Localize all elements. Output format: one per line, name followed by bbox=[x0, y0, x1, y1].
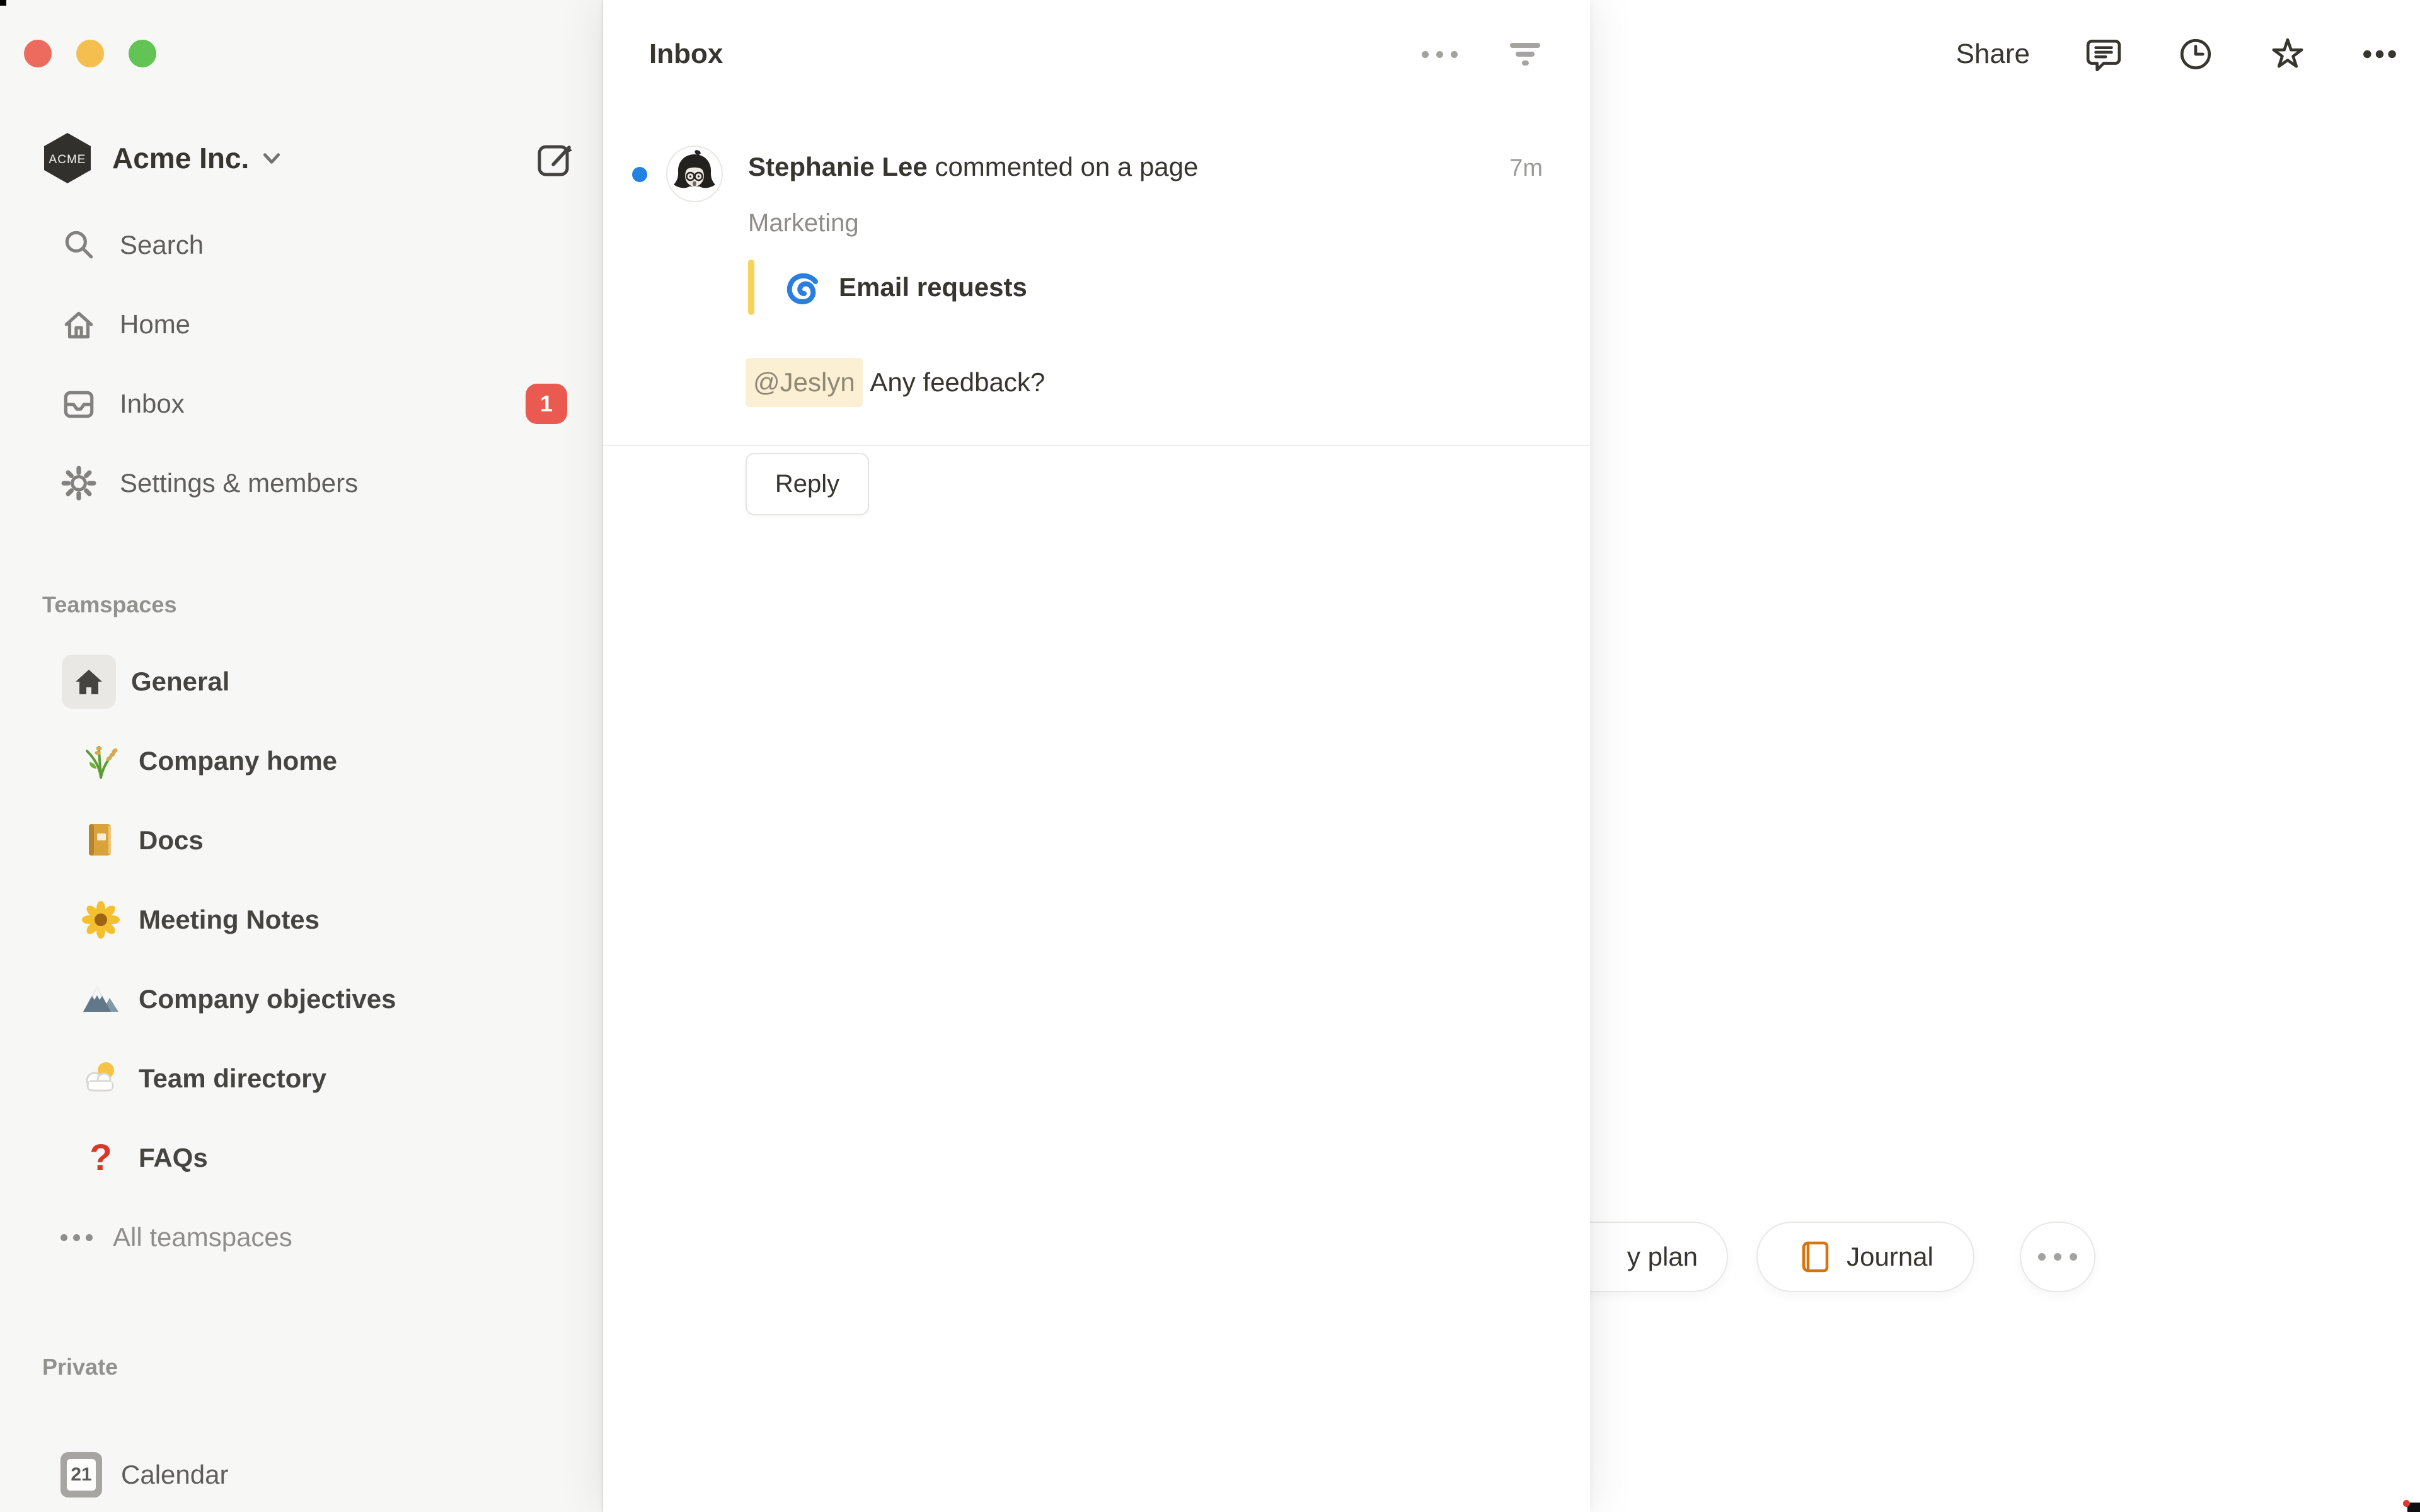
sidebar-item-label: Search bbox=[120, 230, 204, 260]
sidebar-nav: Search Home Inbox 1 bbox=[0, 205, 602, 523]
filter-icon bbox=[1509, 38, 1541, 71]
sidebar-item-home[interactable]: Home bbox=[0, 285, 602, 364]
svg-text:ACME: ACME bbox=[49, 153, 86, 166]
sidebar: ACME Acme Inc. Search bbox=[0, 0, 603, 1512]
screen-corner-artifact bbox=[0, 0, 6, 6]
minimize-window-button[interactable] bbox=[76, 40, 104, 67]
quoted-page-title: Email requests bbox=[839, 272, 1027, 302]
unread-indicator bbox=[632, 167, 647, 182]
inbox-icon bbox=[60, 386, 97, 422]
private-list: 21 Calendar bbox=[0, 1435, 602, 1512]
page-item-company-home[interactable]: Company home bbox=[0, 721, 602, 801]
share-button[interactable]: Share bbox=[1956, 38, 2030, 70]
actor-name: Stephanie Lee bbox=[748, 151, 928, 183]
sidebar-item-inbox[interactable]: Inbox 1 bbox=[0, 364, 602, 444]
teamspace-item-general[interactable]: General bbox=[0, 642, 602, 721]
sidebar-item-label: Inbox bbox=[120, 389, 185, 419]
ellipsis-icon bbox=[60, 1234, 93, 1241]
gear-icon bbox=[60, 465, 97, 501]
question-mark-icon: ? bbox=[81, 1138, 121, 1178]
orange-book-icon bbox=[1797, 1239, 1833, 1274]
page-item-docs[interactable]: Docs bbox=[0, 801, 602, 880]
page-item-meeting-notes[interactable]: Meeting Notes bbox=[0, 880, 602, 959]
journal-page-pill[interactable]: Journal bbox=[1756, 1222, 1974, 1292]
sunflower-icon bbox=[81, 900, 121, 940]
all-teamspaces-label: All teamspaces bbox=[113, 1222, 292, 1252]
inbox-panel-title: Inbox bbox=[649, 38, 723, 70]
sidebar-item-label: Home bbox=[120, 309, 190, 340]
page-label: Team directory bbox=[139, 1063, 326, 1094]
notebook-icon bbox=[81, 820, 121, 861]
page-label: Company home bbox=[139, 746, 337, 776]
window-controls bbox=[24, 40, 156, 67]
house-icon bbox=[62, 655, 116, 709]
inbox-unread-badge: 1 bbox=[526, 384, 567, 424]
comment-text: Any feedback? bbox=[863, 360, 1046, 404]
avatar bbox=[666, 145, 723, 203]
clock-icon bbox=[2177, 36, 2214, 72]
more-pages-button[interactable] bbox=[2020, 1222, 2095, 1292]
notification-headline: Stephanie Lee commented on a page 7m bbox=[748, 151, 1543, 185]
home-icon bbox=[60, 306, 97, 343]
ellipsis-icon bbox=[2361, 36, 2398, 72]
mention-chip: @Jeslyn bbox=[746, 358, 863, 407]
all-teamspaces-button[interactable]: All teamspaces bbox=[0, 1198, 602, 1277]
rice-sheaf-icon bbox=[81, 741, 121, 781]
search-icon bbox=[60, 227, 97, 263]
page-label: Docs bbox=[139, 825, 204, 856]
page-label: Company objectives bbox=[139, 984, 396, 1014]
notification-context: Marketing bbox=[748, 209, 859, 238]
comment-message: @Jeslyn Any feedback? bbox=[746, 358, 1045, 407]
favorite-button[interactable] bbox=[2269, 36, 2306, 72]
quoted-page-block: Email requests bbox=[748, 260, 1027, 315]
chevron-down-icon bbox=[262, 149, 282, 168]
recording-dot-artifact bbox=[2403, 1500, 2410, 1507]
inbox-more-button[interactable] bbox=[1422, 37, 1457, 72]
more-options-button[interactable] bbox=[2361, 36, 2398, 72]
mountain-icon bbox=[81, 979, 121, 1019]
journal-pill-label: Journal bbox=[1847, 1242, 1933, 1272]
star-icon bbox=[2269, 35, 2306, 73]
compose-icon bbox=[536, 138, 576, 178]
teamspaces-section-label: Teamspaces bbox=[42, 592, 176, 618]
workspace-logo-icon: ACME bbox=[40, 131, 95, 185]
page-item-faqs[interactable]: ? FAQs bbox=[0, 1118, 602, 1198]
workspace-switcher[interactable]: ACME Acme Inc. bbox=[40, 129, 520, 187]
teamspace-label: General bbox=[131, 667, 229, 697]
sidebar-item-label: Settings & members bbox=[120, 468, 358, 498]
calendar-icon: 21 bbox=[60, 1452, 102, 1498]
sidebar-item-search[interactable]: Search bbox=[0, 205, 602, 285]
new-page-button[interactable] bbox=[535, 137, 577, 179]
ellipsis-icon bbox=[1422, 51, 1458, 58]
topbar-actions: Share bbox=[1956, 25, 2398, 83]
quote-bar bbox=[748, 260, 754, 315]
page-item-company-objectives[interactable]: Company objectives bbox=[0, 959, 602, 1039]
inbox-filter-button[interactable] bbox=[1507, 37, 1543, 72]
workspace-name: Acme Inc. bbox=[112, 141, 249, 175]
plan-pill-label: y plan bbox=[1627, 1242, 1698, 1272]
sun-cloud-icon bbox=[81, 1058, 121, 1099]
page-label: FAQs bbox=[139, 1143, 208, 1173]
action-text: commented on a page bbox=[928, 151, 1199, 183]
page-label: Meeting Notes bbox=[139, 905, 320, 935]
comment-icon bbox=[2085, 36, 2122, 72]
inbox-panel-header: Inbox bbox=[649, 29, 1543, 79]
notification-divider bbox=[603, 445, 1590, 446]
page-item-calendar[interactable]: 21 Calendar bbox=[0, 1435, 602, 1512]
private-section-label: Private bbox=[42, 1354, 118, 1380]
timestamp: 7m bbox=[1509, 152, 1543, 185]
cyclone-icon bbox=[782, 267, 822, 307]
page-item-team-directory[interactable]: Team directory bbox=[0, 1039, 602, 1118]
page-label: Calendar bbox=[121, 1460, 228, 1490]
close-window-button[interactable] bbox=[24, 40, 52, 67]
history-button[interactable] bbox=[2177, 36, 2214, 72]
ellipsis-icon bbox=[2038, 1253, 2046, 1261]
comments-button[interactable] bbox=[2085, 36, 2122, 72]
reply-button[interactable]: Reply bbox=[746, 453, 869, 515]
zoom-window-button[interactable] bbox=[129, 40, 156, 67]
sidebar-item-settings[interactable]: Settings & members bbox=[0, 444, 602, 523]
inbox-panel: Inbox bbox=[603, 0, 1590, 1512]
teamspaces-list: General bbox=[0, 642, 602, 1277]
app-window: ACME Acme Inc. Search bbox=[0, 0, 2420, 1512]
